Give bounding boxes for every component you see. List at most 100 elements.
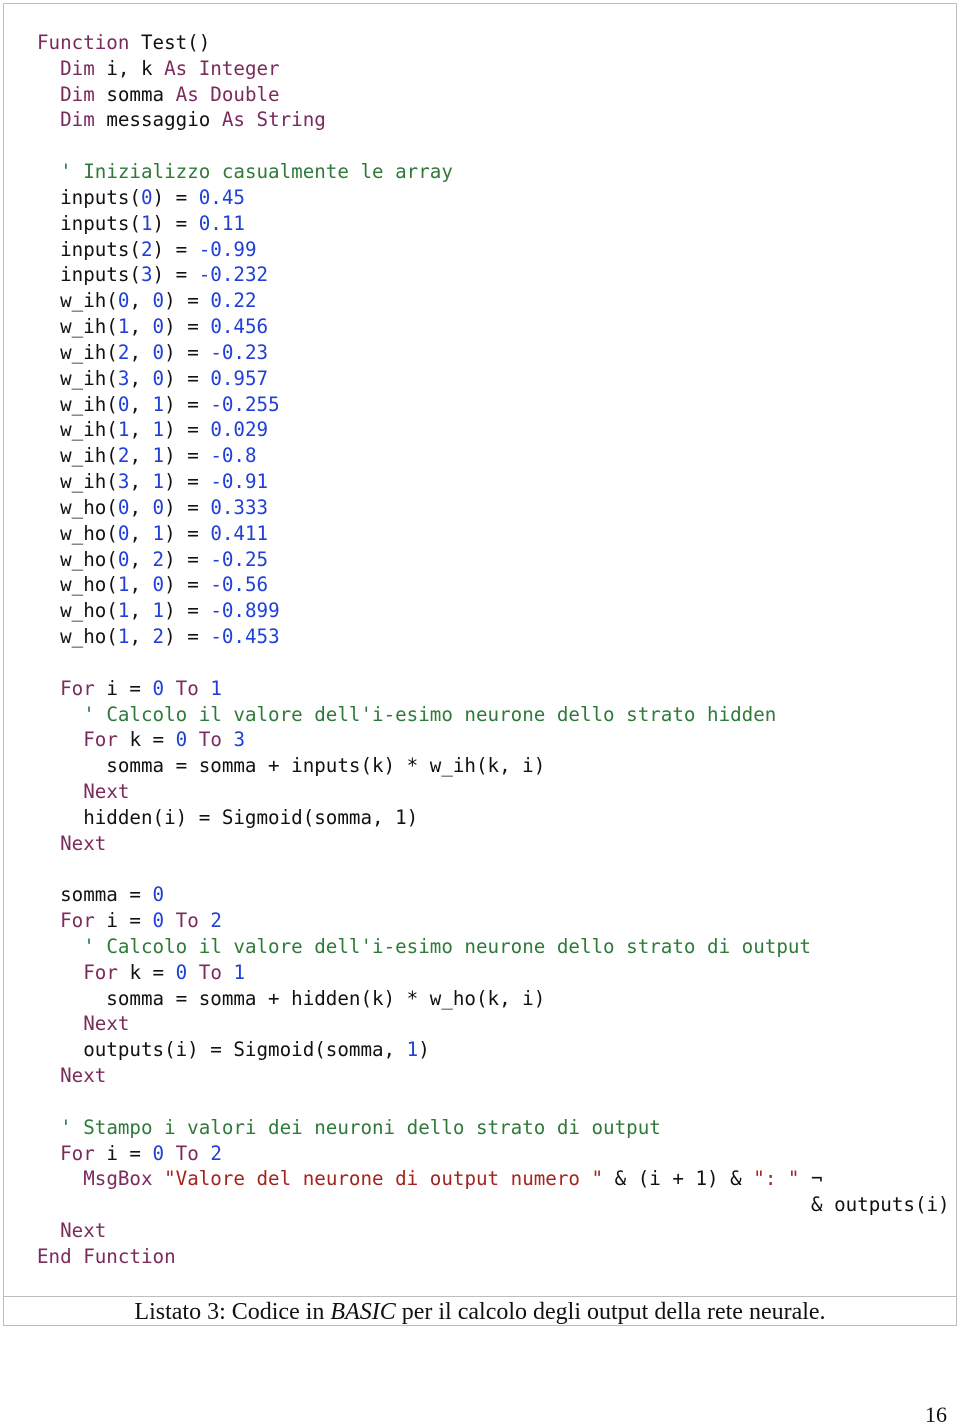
number-token: 0 <box>152 573 165 597</box>
comment-token: ' Stampo i valori dei neuroni dello stra… <box>60 1115 661 1139</box>
number-token: 2 <box>152 547 165 571</box>
code-line: Function Test() <box>37 30 950 56</box>
code-line: w_ih(2, 1) = -0.8 <box>37 443 950 469</box>
string-token: "Valore del neurone di output numero " <box>164 1167 604 1191</box>
comment-token: ' Inizializzo casualmente le array <box>60 160 453 184</box>
code-text-token: inputs( <box>37 263 141 287</box>
keyword-token: For <box>83 960 130 984</box>
code-text-token: w_ho( <box>37 599 118 623</box>
number-token: 3 <box>117 366 130 390</box>
code-line: ' Calcolo il valore dell'i-esimo neurone… <box>37 934 950 960</box>
code-line: w_ho(0, 2) = -0.25 <box>37 547 950 573</box>
number-token: 1 <box>233 960 245 984</box>
code-text-token: ) = <box>164 366 211 390</box>
number-token: 3 <box>140 263 153 287</box>
keyword-token: For <box>60 676 107 700</box>
code-text-token: w_ih( <box>37 366 118 390</box>
code-text-token: w_ho( <box>37 521 118 545</box>
number-token: 0.411 <box>210 521 269 545</box>
code-text-token: somma <box>106 82 176 106</box>
keyword-token: For <box>60 909 107 933</box>
code-line: Next <box>37 1063 950 1089</box>
code-line: Next <box>37 779 950 805</box>
number-token: 0.45 <box>198 185 245 209</box>
code-text-token: ) = <box>152 211 199 235</box>
code-text-token: ) = <box>164 521 211 545</box>
code-text-token: , <box>129 625 153 649</box>
number-token: 1 <box>152 599 165 623</box>
number-token: 1 <box>117 573 130 597</box>
keyword-token: Next <box>83 780 130 804</box>
keyword-token: End Function <box>37 1244 176 1268</box>
code-text-token: , <box>129 418 153 442</box>
code-text-token: ) = <box>164 470 211 494</box>
keyword-token: Function <box>37 31 141 54</box>
code-line: w_ho(1, 1) = -0.899 <box>37 598 950 624</box>
code-text-token: i = <box>106 909 153 933</box>
code-line: inputs(0) = 0.45 <box>37 185 950 211</box>
caption-divider <box>3 1296 957 1297</box>
number-token: 1 <box>117 625 130 649</box>
number-token: -0.99 <box>198 237 257 261</box>
keyword-token: For <box>83 728 130 752</box>
number-token: 0 <box>152 289 165 313</box>
code-text-token: w_ih( <box>37 418 118 442</box>
code-line: Dim somma As Double <box>37 82 950 108</box>
number-token: 1 <box>152 470 165 494</box>
code-line: somma = somma + inputs(k) * w_ih(k, i) <box>37 753 950 779</box>
number-token: 1 <box>152 444 165 468</box>
number-token: -0.232 <box>198 263 269 287</box>
code-line: Dim i, k As Integer <box>37 56 950 82</box>
number-token: 0 <box>117 521 130 545</box>
number-token: 0.029 <box>210 418 269 442</box>
keyword-token: To <box>164 1141 211 1165</box>
code-text-token: , <box>129 315 153 339</box>
code-line: w_ho(0, 0) = 0.333 <box>37 495 950 521</box>
code-line: w_ih(3, 0) = 0.957 <box>37 366 950 392</box>
number-token: 0.333 <box>210 495 269 519</box>
number-token: 0.22 <box>210 289 257 313</box>
number-token: -0.91 <box>210 470 269 494</box>
keyword-token: Dim <box>60 82 107 106</box>
code-line: w_ho(0, 1) = 0.411 <box>37 521 950 547</box>
code-text-token: w_ho( <box>37 547 118 571</box>
keyword-token: Dim <box>60 56 107 80</box>
code-line: hidden(i) = Sigmoid(somma, 1) <box>37 805 950 831</box>
number-token: 1 <box>406 1038 419 1062</box>
code-line: ' Calcolo il valore dell'i-esimo neurone… <box>37 702 950 728</box>
number-token: 0 <box>117 495 130 519</box>
code-line: ' Inizializzo casualmente le array <box>37 159 950 185</box>
code-line: For i = 0 To 2 <box>37 1141 950 1167</box>
code-text-token: k = <box>129 960 176 984</box>
code-text-token: outputs(i) = Sigmoid(somma, <box>37 1038 407 1062</box>
number-token: 0 <box>117 547 130 571</box>
code-text-token: ) <box>418 1038 430 1062</box>
number-token: -0.25 <box>210 547 269 571</box>
code-text-token: ) = <box>164 625 211 649</box>
code-line: Next <box>37 1218 950 1244</box>
keyword-token: To <box>187 960 234 984</box>
code-text-token: somma = <box>37 883 153 907</box>
code-listing: Function Test() Dim i, k As Integer Dim … <box>37 30 950 1270</box>
code-text-token: w_ih( <box>37 470 118 494</box>
code-line: w_ho(1, 0) = -0.56 <box>37 572 950 598</box>
code-text-token: , <box>129 547 153 571</box>
code-text-token: messaggio <box>106 108 222 132</box>
code-text-token: , <box>129 573 153 597</box>
code-text-token: w_ih( <box>37 315 118 339</box>
comment-token: ' Calcolo il valore dell'i-esimo neurone… <box>83 702 777 726</box>
number-token: -0.899 <box>210 599 280 623</box>
number-token: 0 <box>175 960 188 984</box>
page-number: 16 <box>925 1402 947 1427</box>
caption-prefix: Listato 3: Codice in <box>134 1299 331 1325</box>
number-token: 0 <box>140 185 153 209</box>
